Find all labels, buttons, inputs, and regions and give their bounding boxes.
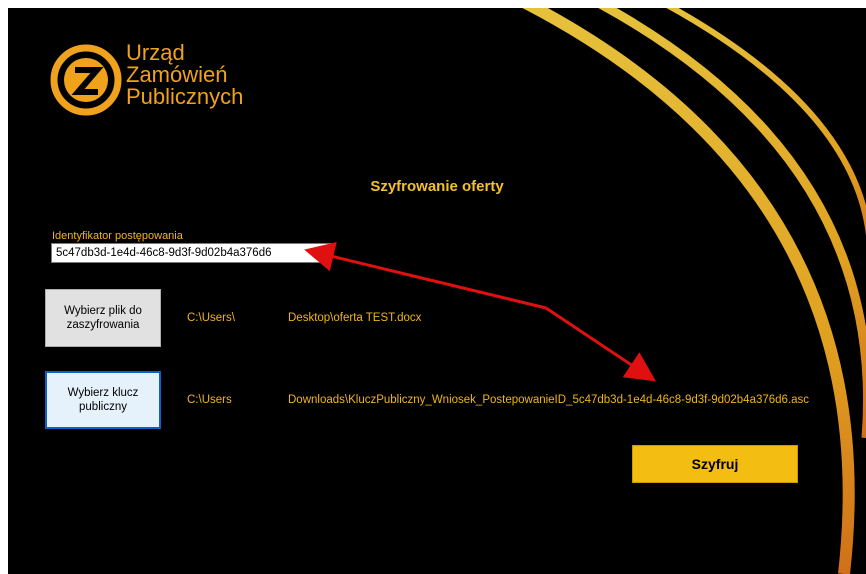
page-title: Szyfrowanie oferty: [370, 178, 504, 195]
logo-line-1: Urząd: [126, 40, 185, 65]
key-path-prefix: C:\Users: [187, 394, 232, 406]
file-path-suffix: Desktop\oferta TEST.docx: [288, 312, 422, 324]
key-path-suffix: Downloads\KluczPubliczny_Wniosek_Postepo…: [288, 394, 810, 406]
logo-text: Urząd Zamówień Publicznych: [126, 42, 243, 108]
logo-line-2: Zamówień: [126, 62, 228, 87]
file-path-prefix: C:\Users\: [187, 312, 235, 324]
z-circle-icon: [50, 44, 122, 116]
logo-line-3: Publicznych: [126, 84, 244, 109]
id-input[interactable]: 5c47db3d-1e4d-46c8-9d3f-9d02b4a376d6: [51, 243, 331, 263]
app-window: Urząd Zamówień Publicznych Szyfrowanie o…: [8, 8, 866, 574]
choose-key-button[interactable]: Wybierz klucz publiczny: [45, 371, 161, 429]
id-label: Identyfikator postępowania: [52, 230, 183, 242]
choose-file-button[interactable]: Wybierz plik do zaszyfrowania: [45, 289, 161, 347]
encrypt-button[interactable]: Szyfruj: [632, 445, 798, 483]
